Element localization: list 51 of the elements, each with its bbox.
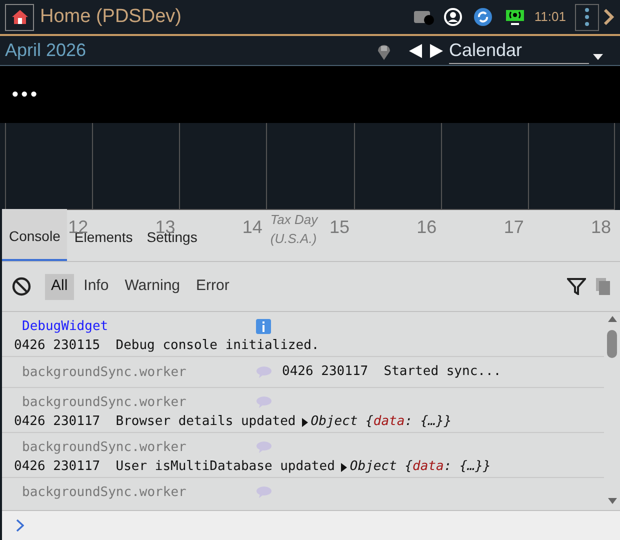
user-icon[interactable] — [444, 8, 462, 26]
console-tab[interactable]: Console — [2, 209, 68, 261]
log-level-filter[interactable]: Info — [78, 274, 115, 300]
previous-icon[interactable] — [409, 44, 422, 58]
ellipsis-text: ••• — [12, 83, 40, 106]
caret-down-icon[interactable] — [593, 54, 603, 60]
log-source: backgroundSync.worker — [22, 440, 186, 455]
info-icon — [256, 318, 271, 334]
log-message: 0426 230117 Started sync... — [282, 364, 502, 380]
prompt-chevron-icon — [16, 519, 24, 532]
filter-icon[interactable] — [567, 278, 586, 295]
console-input[interactable] — [2, 510, 620, 540]
log-message: 0426 230115 Debug console initialized. — [14, 338, 320, 354]
more-menu-button[interactable] — [575, 4, 599, 30]
log-source: backgroundSync.worker — [22, 485, 186, 500]
log-message: 0426 230117 User isMultiDatabase updated — [14, 459, 335, 475]
scroll-up-icon[interactable] — [608, 316, 616, 322]
speech-bubble-icon — [256, 366, 272, 378]
calendar-day-number: 14 — [242, 216, 262, 239]
month-title: April 2026 — [5, 39, 86, 62]
sync-icon[interactable] — [474, 8, 492, 26]
clear-console-icon[interactable] — [12, 277, 31, 296]
scroll-thumb[interactable] — [607, 330, 617, 358]
home-icon[interactable] — [5, 4, 34, 30]
wireless-monitor-icon[interactable] — [504, 8, 526, 26]
log-source: backgroundSync.worker — [22, 365, 186, 380]
log-level-filter[interactable]: Warning — [118, 274, 186, 300]
calendar-day-number: 18 — [590, 216, 611, 239]
scroll-down-icon[interactable] — [608, 498, 616, 504]
speech-bubble-icon — [256, 396, 272, 408]
object-preview[interactable]: Object {data: {…}} — [302, 414, 452, 430]
calendar-day-number: 16 — [416, 216, 437, 239]
speech-bubble-icon — [256, 486, 272, 498]
log-source: DebugWidget — [22, 319, 108, 334]
log-level-filter[interactable]: Error — [190, 274, 236, 300]
log-message: 0426 230117 Browser details updated — [14, 414, 296, 430]
calendar-cell[interactable] — [528, 123, 615, 209]
log-level-filter[interactable]: All — [45, 274, 74, 300]
expand-caret-icon — [340, 462, 347, 472]
chevron-right-icon[interactable] — [603, 9, 615, 25]
next-icon[interactable] — [430, 44, 443, 58]
copy-icon[interactable] — [596, 278, 610, 295]
object-preview[interactable]: Object {data: {…}} — [340, 459, 491, 475]
calendar-day-number: 17 — [504, 216, 524, 239]
window-title: Home (PDSDev) — [40, 4, 182, 29]
calendar-day-number: 15 — [330, 216, 350, 239]
clock-time: 11:01 — [534, 8, 566, 26]
expand-caret-icon — [302, 418, 308, 426]
view-dropdown[interactable]: Calendar — [449, 38, 589, 64]
speech-bubble-icon — [256, 441, 272, 453]
log-source: backgroundSync.worker — [22, 395, 186, 410]
